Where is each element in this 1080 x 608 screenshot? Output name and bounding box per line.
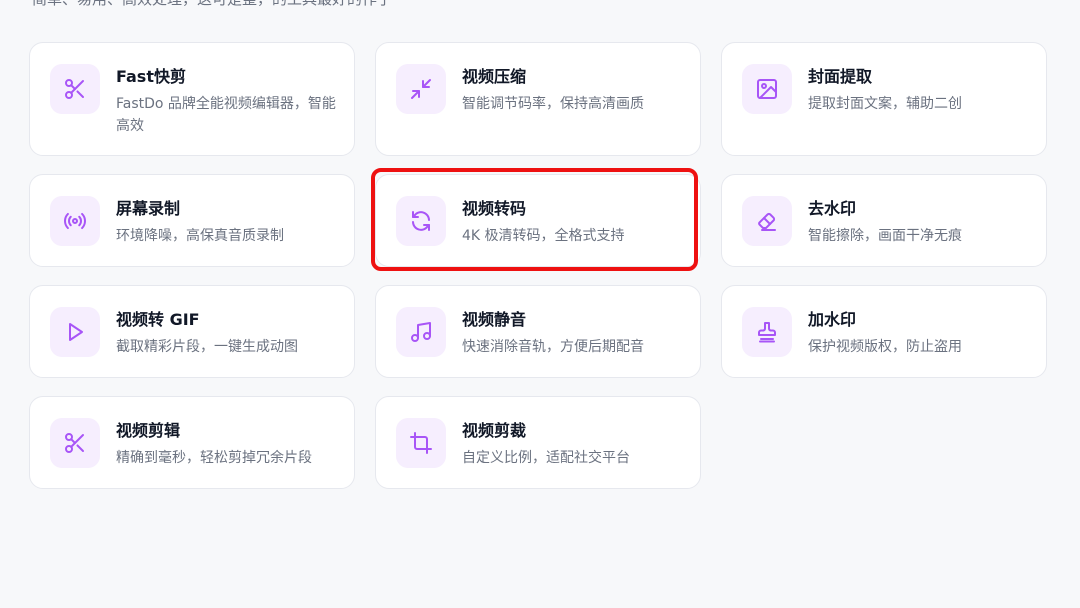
tool-card-cover-extract[interactable]: 封面提取 提取封面文案，辅助二创	[721, 42, 1047, 156]
play-icon	[50, 307, 100, 357]
tool-card-video-crop[interactable]: 视频剪裁 自定义比例，适配社交平台	[375, 396, 701, 489]
tool-title: 视频转码	[462, 199, 527, 218]
eraser-icon	[742, 196, 792, 246]
crop-icon	[396, 418, 446, 468]
tool-title: 封面提取	[808, 67, 873, 86]
tool-title: 视频转 GIF	[116, 310, 200, 329]
tool-card-fast-cut[interactable]: Fast快剪 FastDo 品牌全能视频编辑器，智能高效	[29, 42, 355, 156]
tool-description: 保护视频版权，防止盗用	[808, 339, 962, 355]
tool-title: 视频剪辑	[116, 421, 181, 440]
refresh-icon	[396, 196, 446, 246]
scissors-icon	[50, 64, 100, 114]
tool-card-screen-record[interactable]: 屏幕录制 环境降噪，高保真音质录制	[29, 174, 355, 267]
tool-title: 视频剪裁	[462, 421, 527, 440]
tool-description: 精确到毫秒，轻松剪掉冗余片段	[116, 450, 312, 466]
tool-description: 提取封面文案，辅助二创	[808, 96, 962, 112]
tool-title: 屏幕录制	[116, 199, 181, 218]
tool-title: 加水印	[808, 310, 857, 329]
tool-card-remove-watermark[interactable]: 去水印 智能擦除，画面干净无痕	[721, 174, 1047, 267]
tool-title: 视频静音	[462, 310, 527, 329]
tool-description: 智能擦除，画面干净无痕	[808, 228, 962, 244]
tool-grid: Fast快剪 FastDo 品牌全能视频编辑器，智能高效 视频压缩 智能调节码率…	[29, 42, 1047, 489]
tool-card-video-transcode[interactable]: 视频转码 4K 极清转码，全格式支持	[375, 174, 701, 267]
tool-description: 截取精彩片段，一键生成动图	[116, 339, 298, 355]
tool-description: 自定义比例，适配社交平台	[462, 450, 630, 466]
tool-card-video-to-gif[interactable]: 视频转 GIF 截取精彩片段，一键生成动图	[29, 285, 355, 378]
music-icon	[396, 307, 446, 357]
image-icon	[742, 64, 792, 114]
compress-icon	[396, 64, 446, 114]
tool-title: Fast快剪	[116, 67, 186, 86]
tool-description: 快速消除音轨，方便后期配音	[462, 339, 644, 355]
broadcast-icon	[50, 196, 100, 246]
tool-card-video-mute[interactable]: 视频静音 快速消除音轨，方便后期配音	[375, 285, 701, 378]
tool-description: 环境降噪，高保真音质录制	[116, 228, 284, 244]
tool-card-add-watermark[interactable]: 加水印 保护视频版权，防止盗用	[721, 285, 1047, 378]
tool-description: 智能调节码率，保持高清画质	[462, 96, 644, 112]
stamp-icon	[742, 307, 792, 357]
page-subtitle: 简单、易用、高效处理，这可是整，的工具最好的作了	[32, 0, 392, 9]
scissors-icon	[50, 418, 100, 468]
tool-title: 视频压缩	[462, 67, 527, 86]
tool-title: 去水印	[808, 199, 857, 218]
tool-description: 4K 极清转码，全格式支持	[462, 228, 625, 244]
tool-description: FastDo 品牌全能视频编辑器，智能高效	[116, 96, 336, 134]
tool-card-video-compress[interactable]: 视频压缩 智能调节码率，保持高清画质	[375, 42, 701, 156]
tool-card-video-edit[interactable]: 视频剪辑 精确到毫秒，轻松剪掉冗余片段	[29, 396, 355, 489]
